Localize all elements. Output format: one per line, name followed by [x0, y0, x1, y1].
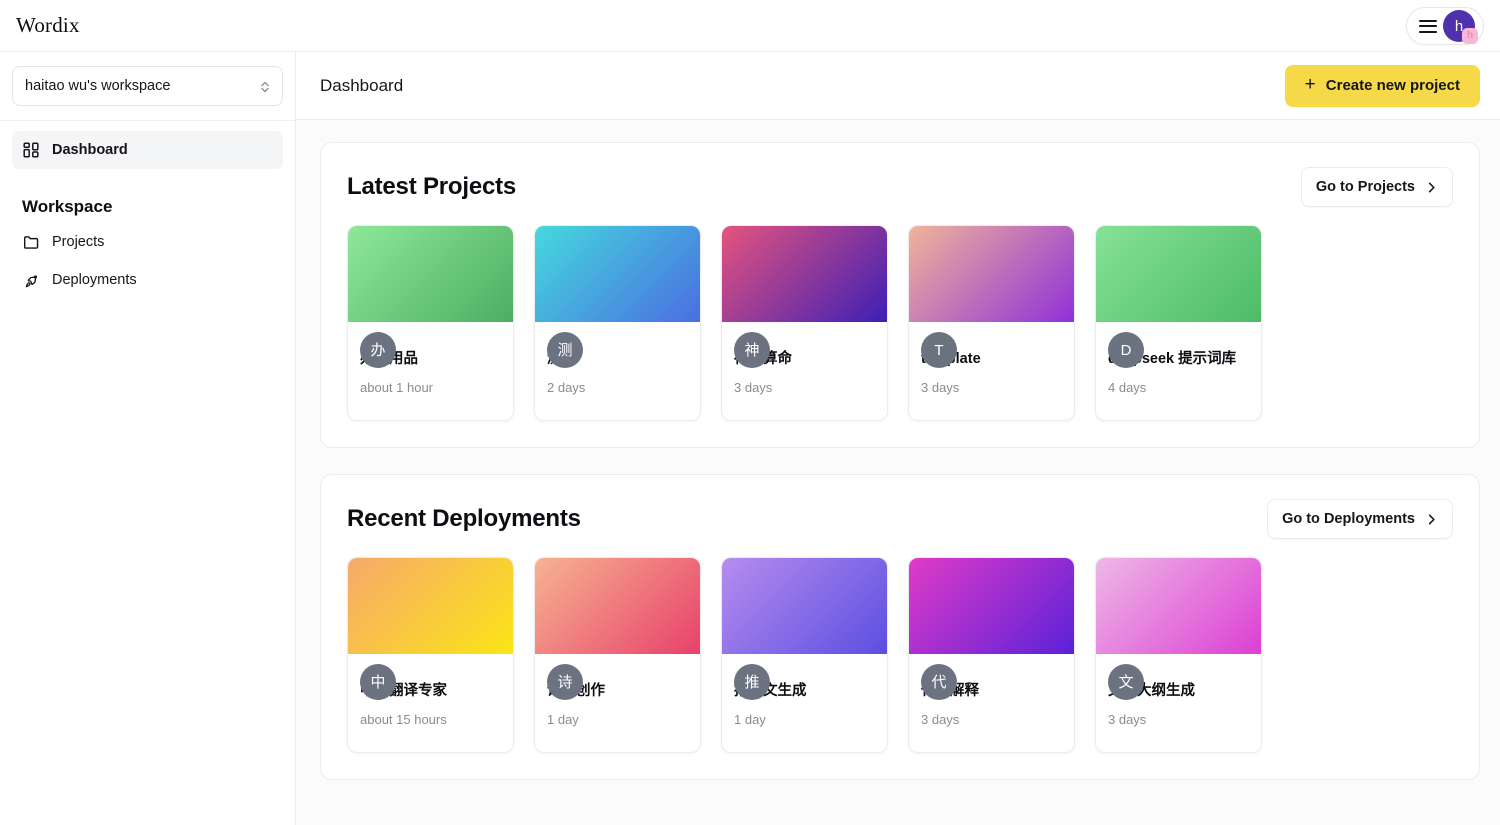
card-banner [535, 226, 700, 322]
project-card[interactable]: 测测试2 days [534, 225, 701, 421]
card-banner [348, 558, 513, 654]
project-card[interactable]: 神神棍算命3 days [721, 225, 888, 421]
card-banner [348, 226, 513, 322]
workspace-selector[interactable]: haitao wu's workspace [12, 66, 283, 106]
project-card[interactable]: 办办公用品about 1 hour [347, 225, 514, 421]
card-body: 中中英翻译专家 about 15 hours [348, 664, 513, 728]
chevron-right-icon [1425, 513, 1438, 526]
workspace-selector-container: haitao wu's workspace [0, 52, 295, 121]
avatar-badge: h [1462, 28, 1478, 44]
card-body: 办办公用品about 1 hour [348, 332, 513, 396]
main-content: Dashboard + Create new project Latest Pr… [296, 52, 1500, 825]
sidebar-nav: Dashboard Workspace Projects Deployments [0, 121, 295, 299]
project-card[interactable]: 推推广文生成 1 day [721, 557, 888, 753]
panel-title: Latest Projects [347, 173, 517, 200]
card-banner [722, 226, 887, 322]
card-avatar: 推 [734, 664, 770, 700]
grid-icon [22, 141, 40, 159]
sidebar-item-projects[interactable]: Projects [12, 223, 283, 261]
sidebar-item-label: Dashboard [52, 142, 128, 158]
create-new-project-label: Create new project [1325, 77, 1460, 94]
card-avatar: 中 [360, 664, 396, 700]
card-avatar: 办 [360, 332, 396, 368]
recent-deployments-panel: Recent Deployments Go to Deployments 中中英… [320, 474, 1480, 780]
project-card[interactable]: 诗诗歌创作1 day [534, 557, 701, 753]
page-title: Dashboard [320, 75, 404, 95]
go-to-deployments-label: Go to Deployments [1282, 511, 1415, 527]
sidebar-item-deployments[interactable]: Deployments [12, 261, 283, 299]
card-timestamp: 3 days [1108, 712, 1147, 728]
card-avatar: 诗 [547, 664, 583, 700]
card-banner [909, 226, 1074, 322]
card-timestamp: 1 day [734, 712, 766, 728]
folder-icon [22, 233, 40, 251]
recent-deployments-cards: 中中英翻译专家about 15 hours 诗诗歌创作1 day 推推广文生成1 d… [347, 557, 1453, 753]
project-card[interactable]: 代代码解释3 days [908, 557, 1075, 753]
card-avatar: T [921, 332, 957, 368]
card-timestamp: 2 days [547, 380, 586, 396]
create-new-project-button[interactable]: + Create new project [1284, 64, 1480, 107]
chevron-up-down-icon [260, 78, 270, 94]
card-timestamp: 3 days [921, 712, 960, 728]
workspace-selector-value: haitao wu's workspace [25, 78, 171, 94]
go-to-projects-button[interactable]: Go to Projects [1300, 167, 1453, 207]
app-logo: Wordix [16, 13, 80, 37]
panel-title: Recent Deployments [347, 505, 581, 532]
card-avatar: 神 [734, 332, 770, 368]
card-banner [1096, 558, 1261, 654]
plus-icon: + [1304, 74, 1316, 95]
card-banner [909, 558, 1074, 654]
chevron-right-icon [1425, 181, 1438, 194]
panel-header: Latest Projects Go to Projects [347, 167, 1453, 207]
project-card[interactable]: Ttemplate3 days [908, 225, 1075, 421]
project-card[interactable]: 文文案大纲生成 3 days [1095, 557, 1262, 753]
sidebar-item-label: Deployments [52, 272, 137, 288]
sidebar-item-label: Projects [52, 234, 105, 250]
rocket-icon [22, 271, 40, 289]
user-menu-pill[interactable]: h h [1406, 7, 1484, 45]
card-banner [535, 558, 700, 654]
sidebar-section-title: Workspace [22, 197, 113, 216]
card-body: 文文案大纲生成 3 days [1096, 664, 1261, 728]
card-body: 推推广文生成 1 day [722, 664, 887, 728]
card-body: Ddeepseek 提示词库 4 days [1096, 332, 1261, 396]
card-body: Ttemplate3 days [909, 332, 1074, 396]
go-to-projects-label: Go to Projects [1315, 179, 1415, 195]
card-banner [722, 558, 887, 654]
card-avatar: D [1108, 332, 1144, 368]
latest-projects-panel: Latest Projects Go to Projects 办办公用品abou… [320, 142, 1480, 448]
card-timestamp: about 1 hour [360, 380, 434, 396]
top-bar: Wordix h h [0, 0, 1500, 52]
latest-projects-cards: 办办公用品about 1 hour 测测试2 days 神神棍算命3 days Tte… [347, 225, 1453, 421]
card-body: 诗诗歌创作1 day [535, 664, 700, 728]
card-timestamp: 1 day [547, 712, 579, 728]
card-avatar: 代 [921, 664, 957, 700]
go-to-deployments-button[interactable]: Go to Deployments [1267, 499, 1453, 539]
card-banner [1096, 226, 1261, 322]
card-timestamp: about 15 hours [360, 712, 447, 728]
dashboard-scroll-area: Latest Projects Go to Projects 办办公用品abou… [296, 120, 1500, 780]
card-body: 神神棍算命3 days [722, 332, 887, 396]
project-card[interactable]: Ddeepseek 提示词库 4 days [1095, 225, 1262, 421]
card-timestamp: 3 days [734, 380, 773, 396]
panel-header: Recent Deployments Go to Deployments [347, 499, 1453, 539]
project-card[interactable]: 中中英翻译专家 about 15 hours [347, 557, 514, 753]
card-body: 代代码解释3 days [909, 664, 1074, 728]
avatar[interactable]: h h [1443, 10, 1478, 44]
hamburger-menu-icon[interactable] [1419, 19, 1437, 33]
card-timestamp: 3 days [921, 380, 960, 396]
sidebar-group-workspace: Projects Deployments [12, 223, 283, 299]
card-avatar: 测 [547, 332, 583, 368]
card-avatar: 文 [1108, 664, 1144, 700]
main-header: Dashboard + Create new project [296, 52, 1500, 120]
sidebar-item-dashboard[interactable]: Dashboard [12, 131, 283, 169]
card-timestamp: 4 days [1108, 380, 1147, 396]
sidebar: haitao wu's workspace Dashboard Workspac… [0, 52, 296, 825]
card-body: 测测试2 days [535, 332, 700, 396]
